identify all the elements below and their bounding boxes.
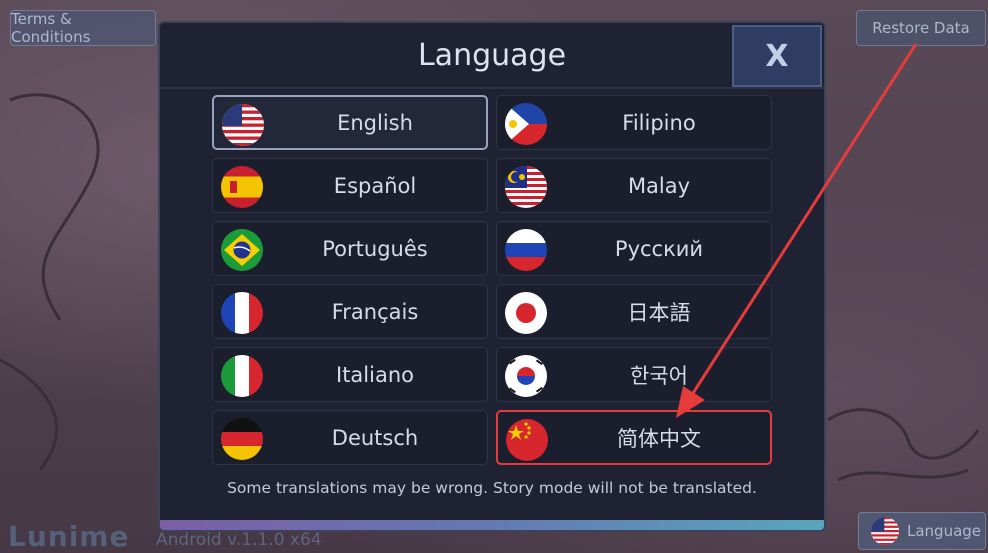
language-button-label: Language (907, 522, 982, 540)
restore-data-button[interactable]: Restore Data (856, 10, 986, 46)
language-option-espanol[interactable]: Español (212, 158, 488, 213)
language-option-english[interactable]: English (212, 95, 488, 150)
language-option-russian[interactable]: Русский (496, 221, 772, 276)
spain-flag-icon (221, 166, 263, 208)
language-label: 简体中文 (617, 426, 701, 451)
language-dialog: Language X English Filipino Español Mala… (158, 21, 826, 532)
language-label: Français (331, 299, 419, 324)
korea-flag-icon (505, 355, 547, 397)
language-label: 한국어 (630, 363, 688, 388)
china-flag-icon (506, 419, 548, 461)
language-option-malay[interactable]: Malay (496, 158, 772, 213)
version-text: Android v.1.1.0 x64 (156, 530, 322, 550)
italy-flag-icon (221, 355, 263, 397)
language-label: English (337, 110, 413, 135)
close-button[interactable]: X (732, 25, 822, 87)
brazil-flag-icon (221, 229, 263, 271)
background-doodle (0, 93, 100, 471)
language-option-portugues[interactable]: Português (212, 221, 488, 276)
language-option-chinese-simplified[interactable]: 简体中文 (496, 410, 772, 465)
language-label: Português (322, 236, 428, 261)
language-label: Deutsch (331, 425, 419, 450)
dialog-title: Language (417, 37, 567, 73)
japan-flag-icon (505, 292, 547, 334)
us-flag-icon (871, 517, 899, 545)
malaysia-flag-icon (505, 166, 547, 208)
language-option-japanese[interactable]: 日本語 (496, 284, 772, 339)
language-option-deutsch[interactable]: Deutsch (212, 410, 488, 465)
brand: Lunime (8, 520, 129, 553)
language-label: Italiano (336, 362, 414, 387)
language-option-korean[interactable]: 한국어 (496, 347, 772, 402)
terms-conditions-button[interactable]: Terms & Conditions (10, 10, 156, 46)
language-label: Malay (627, 173, 691, 198)
language-label: 日本語 (627, 300, 691, 325)
translation-disclaimer: Some translations may be wrong. Story mo… (227, 479, 757, 497)
language-label: Русский (614, 236, 704, 261)
language-option-italiano[interactable]: Italiano (212, 347, 488, 402)
france-flag-icon (221, 292, 263, 334)
dialog-header: Language (160, 23, 824, 89)
terms-label: Terms & Conditions (11, 10, 91, 46)
language-label: Filipino (622, 110, 696, 135)
language-button[interactable]: Language (858, 512, 986, 550)
russia-flag-icon (505, 229, 547, 271)
language-option-francais[interactable]: Français (212, 284, 488, 339)
us-flag-icon (222, 104, 264, 146)
dialog-footer-bar (160, 520, 824, 530)
philippines-flag-icon (505, 103, 547, 145)
germany-flag-icon (221, 418, 263, 460)
brand-logo: Lunime (8, 520, 130, 553)
restore-label: Restore Data (872, 19, 970, 37)
language-option-filipino[interactable]: Filipino (496, 95, 772, 150)
language-label: Español (333, 173, 417, 198)
close-icon: X (765, 38, 789, 74)
